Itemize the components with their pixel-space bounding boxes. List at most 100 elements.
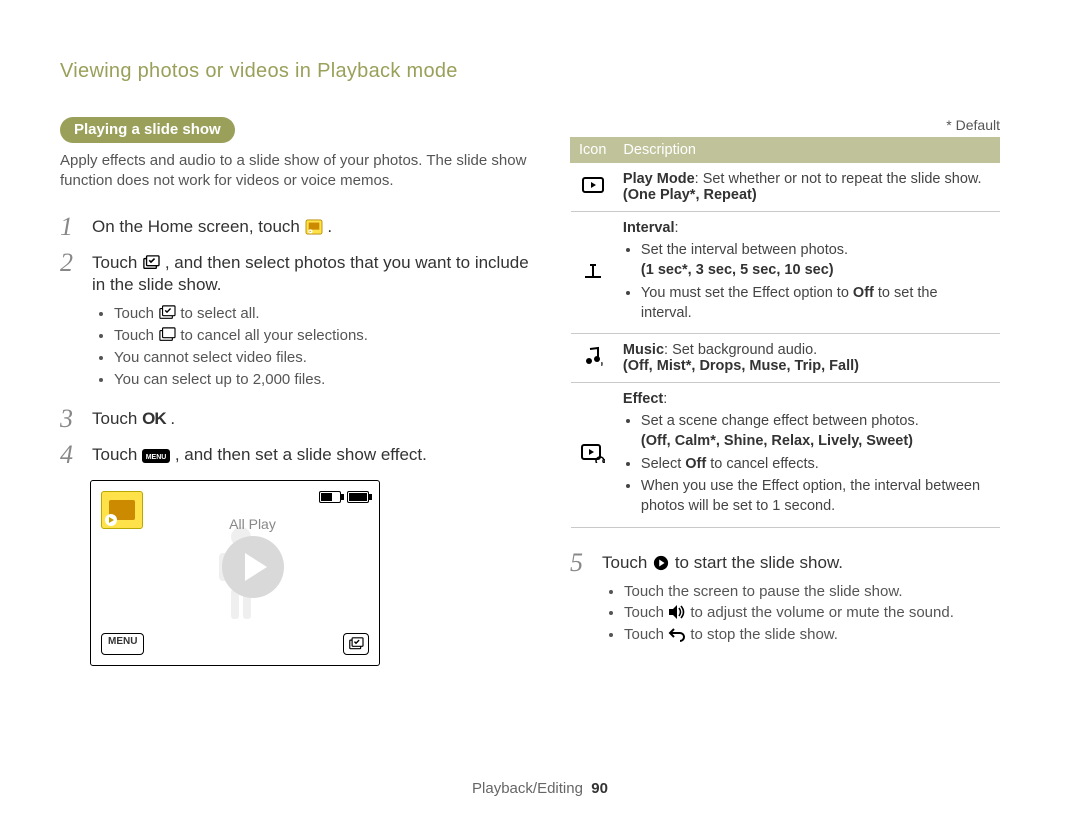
step-text: .	[170, 409, 175, 428]
menu-button-icon: MENU	[142, 449, 170, 463]
step-5-sub: Touch the screen to pause the slide show…	[624, 581, 954, 646]
sub-text: to adjust the volume or mute the sound.	[690, 604, 954, 621]
table-row: MST Music: Set background audio. (Off, M…	[571, 334, 1000, 383]
list-item: Set a scene change effect between photos…	[641, 411, 992, 452]
big-play-button-icon	[222, 536, 284, 598]
steps-list-right: 5 Touch to start the slide show. Touch t…	[570, 550, 1000, 652]
opt-list: Set the interval between photos. (1 sec*…	[641, 240, 992, 323]
opt-colon: :	[663, 391, 667, 407]
table-header-row: Icon Description	[571, 138, 1000, 163]
back-icon	[668, 626, 686, 642]
interval-icon	[571, 212, 615, 334]
steps-list: 1 On the Home screen, touch . 2 Touch	[60, 214, 530, 469]
right-column: * Default Icon Description Play Mode: Se…	[570, 117, 1000, 666]
sub-text: Touch	[624, 604, 668, 621]
step-body: Touch OK .	[92, 406, 175, 432]
step-number: 4	[60, 442, 82, 468]
select-chip-icon	[343, 633, 369, 655]
preview-bottom-bar: MENU	[101, 633, 369, 655]
options-table: Icon Description Play Mode: Set whether …	[570, 137, 1000, 528]
page-header: Viewing photos or videos in Playback mod…	[60, 60, 1020, 83]
th-description: Description	[615, 138, 1000, 163]
volume-icon	[668, 604, 686, 620]
step-text: to start the slide show.	[675, 553, 843, 572]
svg-text:MST: MST	[601, 362, 603, 366]
li-bold: Off	[853, 285, 874, 301]
step-4: 4 Touch MENU , and then set a slide show…	[60, 442, 530, 468]
step-2-sub: Touch to select all. Touch	[114, 303, 530, 390]
slideshow-thumb-icon	[101, 491, 143, 529]
sub-text: to select all.	[180, 305, 259, 322]
opt-list: Set a scene change effect between photos…	[641, 411, 992, 516]
play-circle-icon	[652, 555, 670, 571]
page-footer: Playback/Editing 90	[0, 780, 1080, 797]
effect-icon: CALM	[571, 383, 615, 527]
step-number: 1	[60, 214, 82, 240]
step-5: 5 Touch to start the slide show. Touch t…	[570, 550, 1000, 652]
list-item: When you use the Effect option, the inte…	[641, 476, 992, 517]
step-text: Touch	[92, 253, 142, 272]
li-text: Select	[641, 456, 685, 472]
thumb-play-icon	[105, 514, 117, 526]
battery-icon	[347, 491, 369, 503]
step-text: .	[327, 217, 332, 236]
sub-text: Touch	[624, 626, 668, 643]
svg-text:CALM: CALM	[602, 459, 605, 463]
storage-icon	[319, 491, 341, 503]
opt-body: : Set background audio.	[664, 342, 817, 358]
status-icons	[319, 491, 369, 503]
table-row: Interval: Set the interval between photo…	[571, 212, 1000, 334]
step-text: Touch	[92, 409, 142, 428]
li-bold: Off	[685, 456, 706, 472]
opt-title: Interval	[623, 220, 675, 236]
table-row: CALM Effect: Set a scene change effect b…	[571, 383, 1000, 527]
left-column: Playing a slide show Apply effects and a…	[60, 117, 530, 666]
cell-desc: Play Mode: Set whether or not to repeat …	[615, 163, 1000, 212]
deselect-all-icon	[158, 327, 176, 343]
step-body: Touch MENU , and then set a slide show e…	[92, 442, 427, 468]
sub-text: to cancel all your selections.	[180, 327, 368, 344]
opt-values: (1 sec*, 3 sec, 5 sec, 10 sec)	[641, 262, 834, 278]
table-row: Play Mode: Set whether or not to repeat …	[571, 163, 1000, 212]
sub-text: Touch	[114, 327, 158, 344]
step-body: Touch to start the slide show. Touch the…	[602, 550, 954, 652]
opt-colon: :	[675, 220, 679, 236]
select-photos-icon	[142, 255, 160, 271]
two-column-layout: Playing a slide show Apply effects and a…	[60, 117, 1020, 666]
section-intro: Apply effects and audio to a slide show …	[60, 151, 530, 192]
section-pill: Playing a slide show	[60, 117, 235, 143]
list-item: You must set the Effect option to Off to…	[641, 283, 992, 324]
svg-text:MENU: MENU	[146, 454, 167, 461]
default-note: * Default	[570, 117, 1000, 133]
step-number: 3	[60, 406, 82, 432]
opt-title: Music	[623, 342, 664, 358]
sub-text: Touch	[114, 305, 158, 322]
music-icon: MST	[571, 334, 615, 383]
manual-page: Viewing photos or videos in Playback mod…	[0, 0, 1080, 815]
sub-item: You cannot select video files.	[114, 347, 530, 369]
slideshow-home-icon	[305, 219, 323, 235]
opt-values: (Off, Calm*, Shine, Relax, Lively, Sweet…	[641, 433, 913, 449]
step-3: 3 Touch OK .	[60, 406, 530, 432]
cell-desc: Music: Set background audio. (Off, Mist*…	[615, 334, 1000, 383]
th-icon: Icon	[571, 138, 615, 163]
sub-item: Touch to adjust the volume or mute the s…	[624, 602, 954, 624]
opt-values: (One Play*, Repeat)	[623, 187, 757, 203]
step-body: Touch , and then select photos that you …	[92, 250, 530, 397]
opt-title: Play Mode	[623, 171, 695, 187]
li-text: Set the interval between photos.	[641, 242, 848, 258]
step-text: , and then set a slide show effect.	[175, 445, 427, 464]
play-mode-icon	[571, 163, 615, 212]
step-1: 1 On the Home screen, touch .	[60, 214, 530, 240]
opt-values: (Off, Mist*, Drops, Muse, Trip, Fall)	[623, 358, 859, 374]
cell-desc: Effect: Set a scene change effect betwee…	[615, 383, 1000, 527]
list-item: Set the interval between photos. (1 sec*…	[641, 240, 992, 281]
ok-icon: OK	[142, 409, 166, 428]
select-all-icon	[158, 305, 176, 321]
list-item: Select Off to cancel effects.	[641, 454, 992, 474]
step-text: Touch	[92, 445, 142, 464]
step-2: 2 Touch , and then select photos that yo…	[60, 250, 530, 397]
all-play-label: All Play	[229, 516, 276, 532]
step-text: On the Home screen, touch	[92, 217, 305, 236]
sub-item: Touch the screen to pause the slide show…	[624, 581, 954, 603]
